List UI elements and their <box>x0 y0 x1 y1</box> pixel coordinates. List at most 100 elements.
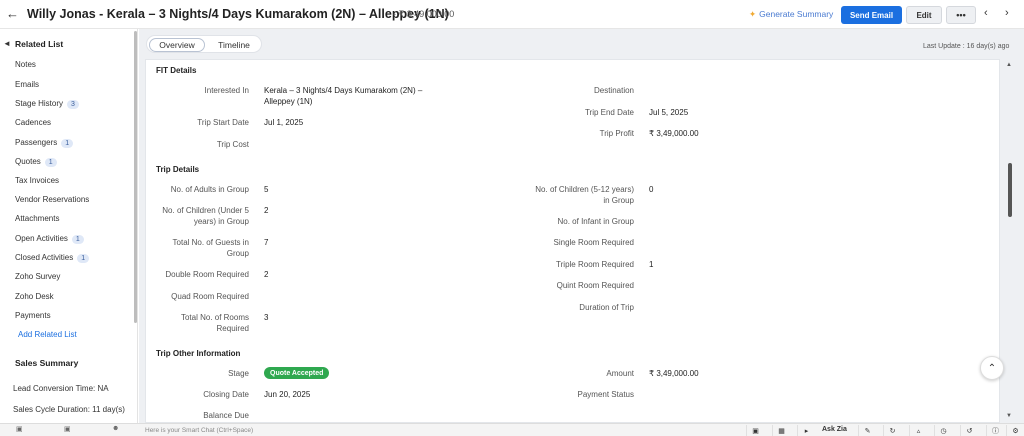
field-value-adults: 5 <box>264 185 269 194</box>
more-options-button[interactable]: ••• <box>946 6 976 24</box>
generate-summary-button[interactable]: ✦ Generate Summary <box>749 9 833 20</box>
field-value-children-5-12: 0 <box>649 185 654 194</box>
ask-zia-button[interactable]: Ask Zia <box>822 426 847 433</box>
sidebar-item-payments[interactable]: Payments <box>15 311 51 320</box>
field-label-quad-room: Quad Room Required <box>171 292 249 301</box>
collapse-sidebar-icon[interactable]: ◄ <box>3 39 11 48</box>
field-label-single-room: Single Room Required <box>553 238 635 247</box>
previous-record-icon[interactable]: ‹ <box>984 7 988 19</box>
megaphone-icon[interactable]: ▸ <box>797 425 815 436</box>
sidebar-item-stage-history[interactable]: Stage History 3 <box>15 99 79 109</box>
image-icon[interactable]: ▦ <box>772 425 790 436</box>
field-value-trip-start-date: Jul 1, 2025 <box>264 118 304 127</box>
field-label-duration: Duration of Trip <box>579 303 634 312</box>
contacts-icon[interactable]: ☻ <box>112 425 119 432</box>
field-value-children-under5: 2 <box>264 206 269 215</box>
next-record-icon[interactable]: › <box>1005 7 1009 19</box>
field-value-trip-end-date: Jul 5, 2025 <box>649 108 689 117</box>
field-label-interested-in: Interested In <box>204 86 249 95</box>
field-label-double-room: Double Room Required <box>165 270 249 279</box>
sidebar-scrollbar[interactable] <box>134 31 137 323</box>
sales-summary-heading: Sales Summary <box>15 358 79 368</box>
notes-icon[interactable]: ✎ <box>858 425 876 436</box>
field-label-total-rooms-line2: Required <box>216 324 249 333</box>
field-label-adults: No. of Adults in Group <box>170 185 249 194</box>
field-label-trip-end-date: Trip End Date <box>584 108 634 117</box>
count-badge: 1 <box>61 139 74 148</box>
back-arrow-icon[interactable]: ← <box>6 6 19 21</box>
field-value-triple-room: 1 <box>649 260 654 269</box>
field-value-interested-in-line2: Alleppey (1N) <box>264 97 313 106</box>
field-label-trip-profit: Trip Profit <box>599 129 634 138</box>
help-icon[interactable]: ⓘ <box>986 425 1004 436</box>
last-update-text: Last Update : 16 day(s) ago <box>923 43 1010 50</box>
field-label-total-guests-line1: Total No. of Guests in <box>172 238 249 247</box>
scroll-up-icon[interactable]: ▲ <box>1006 62 1012 68</box>
field-label-triple-room: Triple Room Required <box>556 260 634 269</box>
sparkle-icon: ✦ <box>749 9 757 19</box>
field-label-amount: Amount <box>606 369 634 378</box>
sidebar-item-vendor-reservations[interactable]: Vendor Reservations <box>15 195 89 204</box>
sidebar-item-tax-invoices[interactable]: Tax Invoices <box>15 176 59 185</box>
sidebar-item-notes[interactable]: Notes <box>15 60 36 69</box>
field-label-payment-status: Payment Status <box>577 390 634 399</box>
sidebar-item-zoho-survey[interactable]: Zoho Survey <box>15 272 60 281</box>
field-label-children-5-12-line2: in Group <box>603 196 634 205</box>
settings-icon[interactable]: ⚙ <box>1006 425 1024 436</box>
sidebar-item-quotes[interactable]: Quotes 1 <box>15 157 57 167</box>
count-badge: 1 <box>77 254 90 263</box>
scroll-to-top-button[interactable]: ⌃ <box>980 356 1004 380</box>
sidebar-item-cadences[interactable]: Cadences <box>15 118 51 127</box>
sidebar-item-open-activities[interactable]: Open Activities 1 <box>15 234 84 244</box>
field-label-children-under5-line2: years) in Group <box>193 217 249 226</box>
field-label-children-5-12-line1: No. of Children (5-12 years) <box>535 185 634 194</box>
smart-chat-input[interactable]: Here is your Smart Chat (Ctrl+Space) <box>145 427 253 434</box>
add-related-list-link[interactable]: Add Related List <box>18 330 77 339</box>
sidebar-item-emails[interactable]: Emails <box>15 80 39 89</box>
field-label-total-guests-line2: Group <box>226 249 249 258</box>
record-title: Willy Jonas - Kerala – 3 Nights/4 Days K… <box>27 7 449 21</box>
field-label-total-rooms-line1: Total No. of Rooms <box>180 313 249 322</box>
stage-badge: Quote Accepted <box>264 367 330 379</box>
send-email-button[interactable]: Send Email <box>841 6 902 24</box>
history-icon[interactable]: ↺ <box>960 425 978 436</box>
field-label-quint-room: Quint Room Required <box>556 281 634 290</box>
field-value-trip-profit: ₹ 3,49,000.00 <box>649 129 699 138</box>
sidebar-item-passengers[interactable]: Passengers 1 <box>15 138 74 148</box>
count-badge: 1 <box>71 235 84 244</box>
field-label-trip-start-date: Trip Start Date <box>197 118 249 127</box>
tab-timeline[interactable]: Timeline <box>207 38 261 52</box>
section-title-trip-other-information: Trip Other Information <box>156 349 241 358</box>
sidebar-item-zoho-desk[interactable]: Zoho Desk <box>15 292 54 301</box>
main-scrollbar-thumb[interactable] <box>1008 163 1012 217</box>
channels-icon[interactable]: ▣ <box>64 425 71 433</box>
field-label-trip-cost: Trip Cost <box>216 140 249 149</box>
field-value-total-guests: 7 <box>264 238 269 247</box>
count-badge: 1 <box>44 158 57 167</box>
count-badge: 3 <box>67 100 79 109</box>
field-label-infants: No. of Infant in Group <box>557 217 635 226</box>
field-label-destination: Destination <box>593 86 634 95</box>
field-label-balance-due: Balance Due <box>203 411 249 420</box>
refresh-icon[interactable]: ↻ <box>883 425 901 436</box>
sales-cycle-duration: Sales Cycle Duration: 11 day(s) <box>13 405 125 414</box>
view-tabs: Overview Timeline <box>146 35 262 53</box>
alarm-icon[interactable]: ◷ <box>934 425 952 436</box>
tab-overview[interactable]: Overview <box>149 38 205 52</box>
chats-icon[interactable]: ▣ <box>16 425 23 433</box>
lead-conversion-time: Lead Conversion Time: NA <box>13 384 109 393</box>
field-label-children-under5-line1: No. of Children (Under 5 <box>162 206 249 215</box>
field-label-closing-date: Closing Date <box>203 390 249 399</box>
scroll-down-icon[interactable]: ▼ <box>1006 413 1012 419</box>
translate-icon[interactable]: ▵ <box>909 425 927 436</box>
section-title-trip-details: Trip Details <box>156 165 200 174</box>
field-value-interested-in-line1: Kerala – 3 Nights/4 Days Kumarakom (2N) … <box>264 86 423 95</box>
sidebar-item-closed-activities[interactable]: Closed Activities 1 <box>15 253 90 263</box>
field-label-stage: Stage <box>228 369 249 378</box>
sidebar-item-attachments[interactable]: Attachments <box>15 214 59 223</box>
header-amount: - ₹ 3,49,000.00 <box>393 9 455 19</box>
field-value-total-rooms: 3 <box>264 313 269 322</box>
edit-button[interactable]: Edit <box>906 6 942 24</box>
related-list-heading: Related List <box>15 39 64 49</box>
screen-icon[interactable]: ▣ <box>746 425 764 436</box>
